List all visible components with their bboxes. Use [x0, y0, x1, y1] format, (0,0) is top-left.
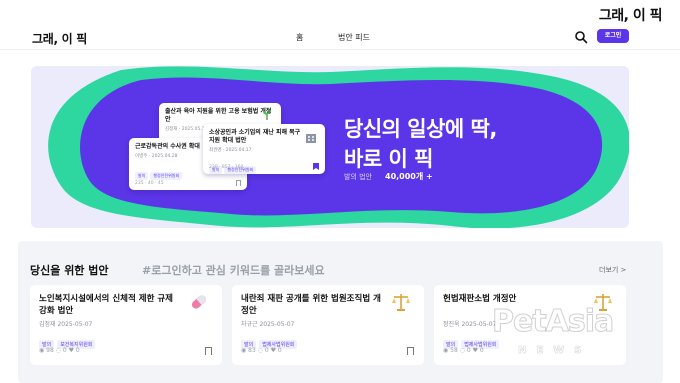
bookmark-icon[interactable] [407, 347, 414, 355]
bill-card-stats: ◉ 98 ◌ 0 ♥ 0 [39, 347, 80, 354]
section-subtitle[interactable]: #로그인하고 관심 키워드를 골라보세요 [142, 262, 325, 278]
like-count: 0 [277, 347, 282, 354]
like-count: 0 [75, 347, 80, 354]
app-frame: 그래, 이 픽 그래, 이 픽 홈 법안 피드 로그인 출산과 육아 지원을 위… [0, 0, 680, 383]
seedling-icon [263, 110, 271, 120]
bill-card-title: 헌법재판소법 개정안 [443, 294, 517, 304]
top-navigation-bar: 그래, 이 픽 홈 법안 피드 로그인 [0, 26, 680, 50]
hero-stat-value: 40,000개 + [385, 172, 433, 181]
site-logo[interactable]: 그래, 이 픽 [32, 30, 87, 47]
mini-card-tag: 행정안전위원회 [150, 172, 183, 180]
corner-title: 그래, 이 픽 [598, 8, 663, 24]
mini-card-stats: 235 · 40 · 45 [135, 181, 164, 186]
hero-blob-shape [48, 66, 629, 228]
comment-count: 0 [466, 347, 471, 354]
pill-icon [191, 295, 207, 309]
view-count: 83 [248, 347, 256, 354]
login-button[interactable]: 로그인 [597, 29, 629, 43]
section-title: 당신을 위한 법안 [30, 264, 109, 277]
bill-card[interactable]: 헌법재판소법 개정안 정진욱 2025-05-07 발의 법제사법위원회 ◉ 58… [434, 285, 626, 365]
building-icon [306, 134, 316, 143]
bill-card[interactable]: 내란죄 재판 공개를 위한 법원조직법 개정안 차규근 2025-05-07 발… [232, 285, 424, 365]
comment-count: 0 [264, 347, 269, 354]
hero-stat-label: 발의 법안 [344, 173, 372, 181]
more-link[interactable]: 더보기 > [599, 265, 626, 275]
bookmark-icon[interactable] [205, 347, 212, 355]
view-count: 58 [450, 347, 458, 354]
bill-card-stats: ◉ 58 ◌ 0 ♥ 0 [443, 347, 484, 354]
hero-banner: 출산과 육아 지원을 위한 고용 보험법 개정안 김정재 · 2025.05.1… [31, 66, 629, 228]
recommended-bills-section: 당신을 위한 법안 #로그인하고 관심 키워드를 골라보세요 더보기 > 노인복… [18, 241, 663, 383]
bill-card-stats: ◉ 83 ◌ 0 ♥ 0 [241, 347, 282, 354]
scales-icon [392, 294, 410, 311]
view-count: 98 [46, 347, 54, 354]
mini-card-title: 소상공인과 소기업의 재난 피해 복구 지원 확대 법안 [209, 129, 301, 144]
bill-card[interactable]: 노인복지시설에서의 신체적 제한 규제 강화 법안 김정재 2025-05-07… [30, 285, 222, 365]
nav-bill-feed-link[interactable]: 법안 피드 [338, 32, 370, 43]
comment-count: 0 [62, 347, 67, 354]
bookmark-icon[interactable] [236, 180, 241, 186]
search-icon[interactable] [574, 30, 588, 44]
hero-headline-line2: 바로 이 픽 [344, 147, 433, 171]
mini-card-meta: 최권명 · 2025.04.17 [209, 148, 252, 153]
bill-card-title: 노인복지시설에서의 신체적 제한 규제 강화 법안 [39, 294, 173, 316]
scales-icon [594, 294, 612, 311]
bill-card-meta: 정진욱 2025-05-07 [443, 321, 497, 328]
bill-card-title: 내란죄 재판 공개를 위한 법원조직법 개정안 [241, 294, 381, 316]
hero-headline: 당신의 일상에 딱, 바로 이 픽 [344, 114, 497, 174]
hero-mini-card: 소상공인과 소기업의 재난 피해 복구 지원 확대 법안 최권명 · 2025.… [203, 124, 325, 174]
like-count: 0 [479, 347, 484, 354]
bill-card-meta: 차규근 2025-05-07 [241, 321, 295, 328]
bill-card-meta: 김정재 2025-05-07 [39, 321, 93, 328]
bookmark-filled-icon[interactable] [313, 163, 319, 170]
mini-card-tag: 발의 [135, 172, 149, 180]
mini-card-title: 출산과 육아 지원을 위한 고용 보험법 개정안 [165, 108, 272, 123]
nav-home-link[interactable]: 홈 [296, 32, 303, 43]
mini-card-stats: 230 · 857 · 160 [209, 165, 244, 170]
hero-headline-line1: 당신의 일상에 딱, [344, 117, 497, 141]
